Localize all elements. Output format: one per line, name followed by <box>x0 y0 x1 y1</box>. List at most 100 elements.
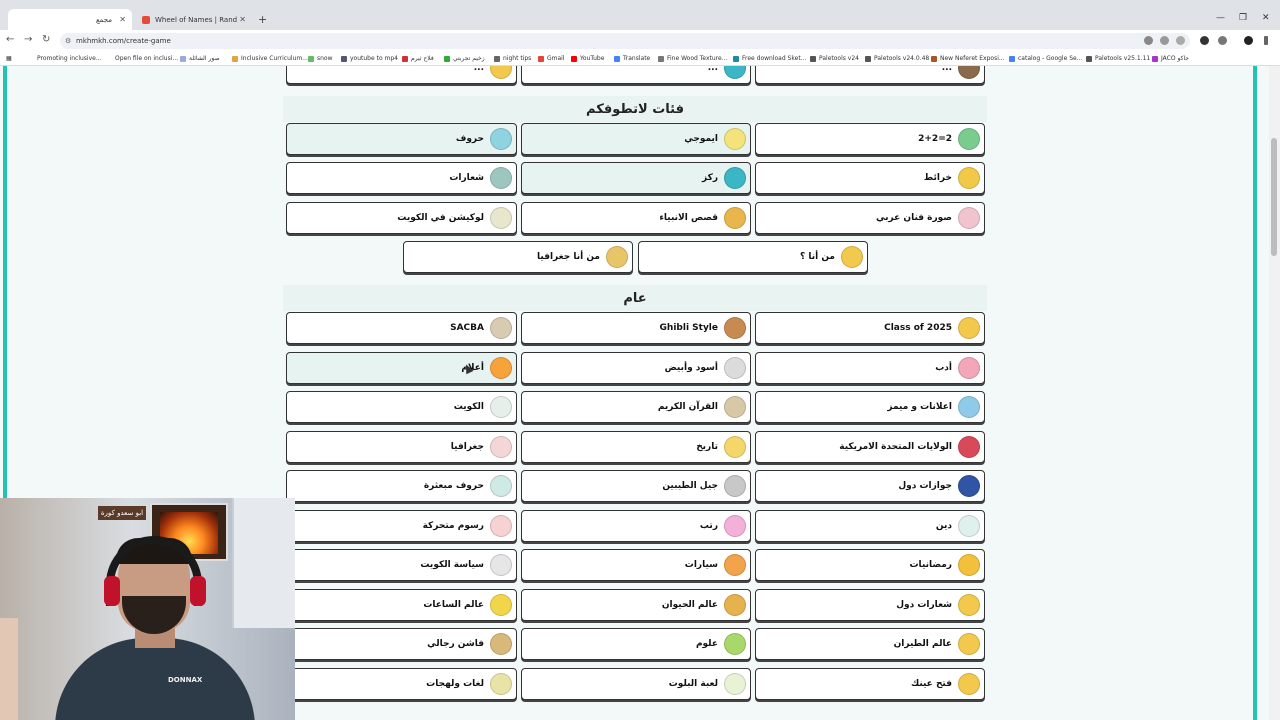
bookmark-item[interactable]: Translate <box>614 55 650 62</box>
bookmark-item[interactable]: YouTube <box>571 55 604 62</box>
category-card[interactable]: دين <box>755 510 985 542</box>
category-card[interactable]: تاريخ <box>521 431 751 463</box>
category-card[interactable]: صورة فنان عربي <box>755 202 985 234</box>
bookmark-item[interactable]: snow <box>308 55 333 62</box>
category-card[interactable]: Ghibli Style <box>521 312 751 344</box>
bookmark-item[interactable]: زخيم تجربتي <box>444 55 485 62</box>
category-card[interactable]: لغات ولهجات <box>286 668 517 700</box>
category-card[interactable]: اعلانات و ميمز <box>755 391 985 423</box>
category-label: فاشن رجالي <box>427 639 484 649</box>
category-card[interactable]: من أنا ؟ <box>638 241 868 273</box>
reload-icon[interactable]: ↻ <box>42 34 50 45</box>
page-border-right <box>1253 66 1257 720</box>
password-icon[interactable] <box>1144 36 1153 45</box>
rank-icon <box>724 515 746 537</box>
bookmark-item[interactable]: youtube to mp4 <box>341 55 398 62</box>
install-icon[interactable] <box>1160 36 1169 45</box>
bookmark-item[interactable]: New Neferet Exposi... <box>931 55 1005 62</box>
category-card[interactable]: حروف <box>286 123 517 155</box>
category-card[interactable]: فاشن رجالي <box>286 628 517 660</box>
bookmark-item[interactable]: catalog - Google Se... <box>1009 55 1082 62</box>
history-icon <box>724 436 746 458</box>
category-card[interactable]: أدب <box>755 352 985 384</box>
bookmark-item[interactable]: JACO جاكو <box>1152 55 1189 62</box>
category-card[interactable]: ... <box>521 66 751 84</box>
apps-grid-icon[interactable]: ▦ <box>6 55 12 62</box>
menu-icon[interactable] <box>1264 36 1268 45</box>
profile-avatar-icon[interactable] <box>1244 36 1253 45</box>
category-card[interactable]: الولايات المتحدة الامريكية <box>755 431 985 463</box>
category-card[interactable]: ... <box>755 66 985 84</box>
category-card[interactable]: سياسة الكويت <box>286 549 517 581</box>
tab-close-icon[interactable]: ✕ <box>239 15 246 24</box>
category-label: لعبة البلوت <box>668 679 718 689</box>
bookmark-item[interactable]: Paletools v25.1.11 <box>1086 55 1150 62</box>
category-card[interactable]: علوم <box>521 628 751 660</box>
usa-flag-icon <box>958 436 980 458</box>
bookmark-item[interactable]: Gmail <box>538 55 565 62</box>
category-card[interactable]: عالم الطيران <box>755 628 985 660</box>
category-label: قصص الانبياء <box>659 213 718 223</box>
tab-close-icon[interactable]: ✕ <box>119 15 126 24</box>
category-card[interactable]: SACBA <box>286 312 517 344</box>
category-card[interactable]: الكويت <box>286 391 517 423</box>
forward-icon[interactable]: → <box>24 34 32 45</box>
bookmark-item[interactable]: Paletools v24 <box>810 55 859 62</box>
category-card[interactable]: من أنا جغرافيا <box>403 241 633 273</box>
category-card[interactable]: لوكيشن في الكويت <box>286 202 517 234</box>
category-card[interactable]: رسوم متحركة <box>286 510 517 542</box>
scrollbar-thumb[interactable] <box>1271 138 1277 256</box>
book-icon <box>958 357 980 379</box>
category-card[interactable]: جغرافيا <box>286 431 517 463</box>
category-card[interactable]: شعارات <box>286 162 517 194</box>
bookmark-item[interactable]: صور الشائلة <box>180 55 220 62</box>
bookmark-item[interactable]: فلاح ثيرم <box>402 55 434 62</box>
category-card[interactable]: ... <box>286 66 517 84</box>
category-card[interactable]: جيل الطيبين <box>521 470 751 502</box>
passport-icon <box>958 475 980 497</box>
maximize-icon[interactable]: ❐ <box>1239 13 1247 23</box>
bookmark-star-icon[interactable] <box>1176 36 1185 45</box>
category-card[interactable]: عالم الساعات <box>286 589 517 621</box>
new-tab-icon[interactable]: + <box>258 13 267 26</box>
back-icon[interactable]: ← <box>6 34 14 45</box>
bookmark-item[interactable]: Inclusive Curriculum... <box>232 55 308 62</box>
category-card[interactable]: ركز <box>521 162 751 194</box>
minimize-icon[interactable]: — <box>1216 13 1225 23</box>
close-window-icon[interactable]: ✕ <box>1262 13 1270 23</box>
category-card[interactable]: Class of 2025 <box>755 312 985 344</box>
category-card[interactable]: عالم الحيوان <box>521 589 751 621</box>
category-card[interactable]: خرائط <box>755 162 985 194</box>
flag-icon <box>490 357 512 379</box>
bookmark-item[interactable]: Fine Wood Texture... <box>658 55 727 62</box>
category-card[interactable]: سيارات <box>521 549 751 581</box>
extension-icon[interactable] <box>1200 36 1209 45</box>
site-info-icon[interactable]: ⚙ <box>65 37 71 45</box>
car-icon <box>724 554 746 576</box>
tab-wheel-of-names[interactable]: Wheel of Names | Random nam ✕ <box>134 9 252 30</box>
fashion-icon <box>490 633 512 655</box>
category-card[interactable]: ايموجي <box>521 123 751 155</box>
cassette-icon <box>724 475 746 497</box>
category-card[interactable]: قصص الانبياء <box>521 202 751 234</box>
bookmark-item[interactable]: Promoting inclusive... <box>28 55 102 62</box>
bookmark-item[interactable]: Paletools v24.0.48 <box>865 55 929 62</box>
category-card[interactable]: شعارات دول <box>755 589 985 621</box>
category-card[interactable]: فتح عينك <box>755 668 985 700</box>
category-card[interactable]: رمضانيات <box>755 549 985 581</box>
category-card[interactable]: لعبة البلوت <box>521 668 751 700</box>
category-card[interactable]: رتب <box>521 510 751 542</box>
bookmark-item[interactable]: Open file on inclusi... <box>106 55 178 62</box>
bookmark-item[interactable]: Free download Sket... <box>733 55 806 62</box>
category-card[interactable]: جوازات دول <box>755 470 985 502</box>
category-card[interactable]: القرآن الكريم <box>521 391 751 423</box>
category-card[interactable]: 2=2+2 <box>755 123 985 155</box>
extensions-puzzle-icon[interactable] <box>1218 36 1227 45</box>
tab-active[interactable]: مجمع ✕ <box>8 9 132 30</box>
category-card[interactable]: أعلام <box>286 352 517 384</box>
category-card[interactable]: حروف مبعثرة <box>286 470 517 502</box>
category-label: خرائط <box>923 173 952 183</box>
bookmark-item[interactable]: night tips <box>494 55 531 62</box>
address-bar[interactable]: ⚙ mkhmkh.com/create-game <box>60 33 1190 49</box>
category-card[interactable]: أسود وأبيض <box>521 352 751 384</box>
